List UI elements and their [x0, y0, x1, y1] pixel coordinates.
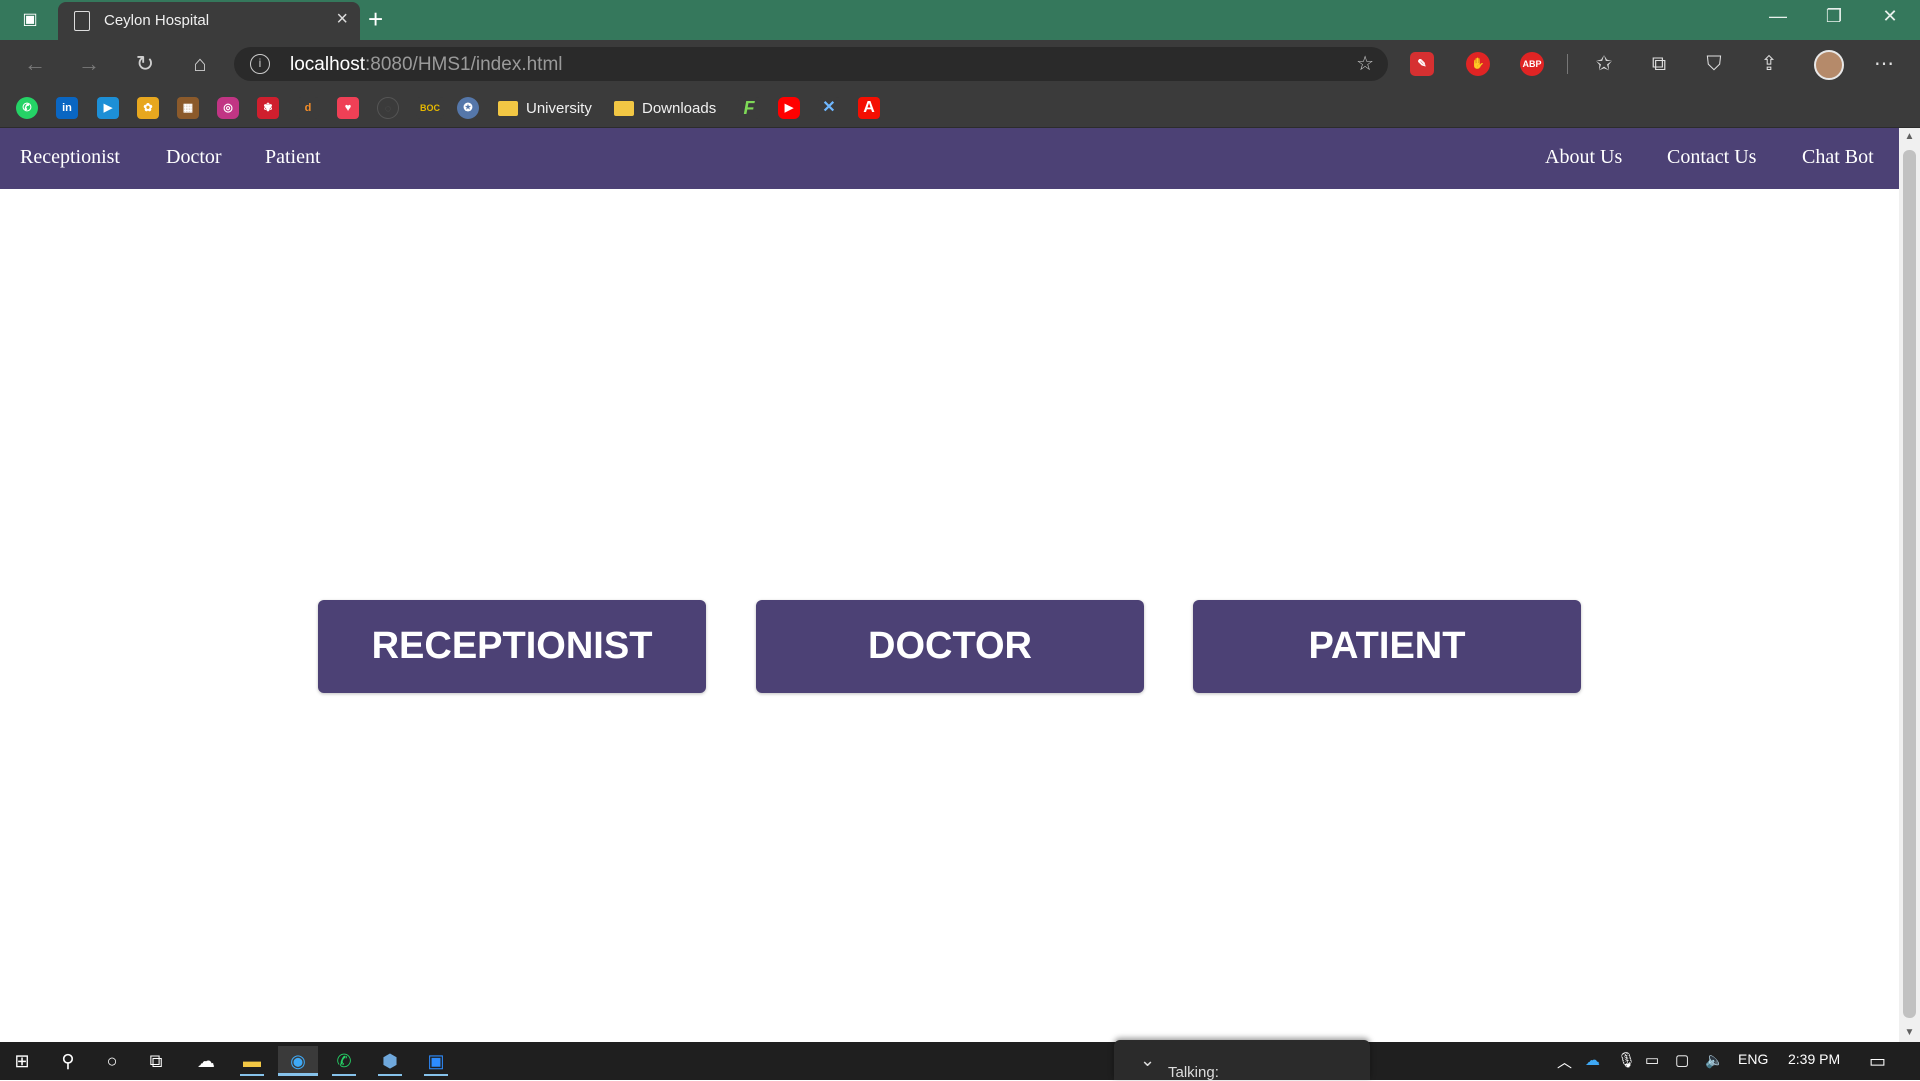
- file-explorer-icon[interactable]: ▬: [232, 1046, 272, 1076]
- browser-toolbar: ← → ↻ ⌂ i localhost:8080/HMS1/index.html…: [0, 40, 1920, 88]
- youtube-icon[interactable]: ▶: [778, 97, 800, 119]
- nav-link-patient[interactable]: Patient: [265, 146, 321, 169]
- page-scrollbar[interactable]: ▲ ▼: [1899, 128, 1920, 1042]
- talking-label: Talking:: [1168, 1064, 1219, 1081]
- nav-link-doctor[interactable]: Doctor: [166, 146, 222, 169]
- bookmark-pattern-icon[interactable]: ▦: [177, 97, 199, 119]
- app-cube-icon[interactable]: ⬢: [370, 1046, 410, 1076]
- taskbar-app-icon[interactable]: ☁: [186, 1046, 226, 1076]
- forward-icon[interactable]: →: [74, 50, 104, 78]
- home-icon[interactable]: ⌂: [185, 50, 215, 78]
- whatsapp-taskbar-icon[interactable]: ✆: [324, 1046, 364, 1076]
- nav-link-about-us[interactable]: About Us: [1545, 146, 1622, 169]
- more-options-icon[interactable]: ⋯: [1870, 50, 1898, 78]
- instagram-icon[interactable]: ◎: [217, 97, 239, 119]
- restore-icon[interactable]: ❐: [1806, 6, 1862, 27]
- adobe-icon[interactable]: A: [858, 97, 880, 119]
- close-window-icon[interactable]: ✕: [1862, 6, 1918, 27]
- scroll-down-icon[interactable]: ▼: [1899, 1024, 1920, 1042]
- microphone-icon[interactable]: 🎙: [1617, 1051, 1636, 1069]
- adblock-icon[interactable]: ABP: [1520, 52, 1544, 76]
- task-view-icon[interactable]: ⧉: [136, 1046, 176, 1076]
- browser-tab[interactable]: Ceylon Hospital ×: [58, 2, 360, 40]
- address-bar[interactable]: i localhost:8080/HMS1/index.html ☆: [234, 47, 1388, 81]
- minimize-icon[interactable]: —: [1750, 6, 1806, 27]
- boc-icon[interactable]: BOC: [416, 97, 444, 119]
- video-icon[interactable]: ▶: [97, 97, 119, 119]
- back-icon[interactable]: ←: [20, 50, 50, 78]
- extension-hand-icon[interactable]: ✋: [1466, 52, 1490, 76]
- huawei-icon[interactable]: ✾: [257, 97, 279, 119]
- collections-icon[interactable]: ⧉: [1645, 50, 1673, 78]
- language-indicator[interactable]: ENG: [1738, 1051, 1768, 1067]
- volume-icon[interactable]: 🔈: [1705, 1051, 1724, 1069]
- pocket-icon[interactable]: ♥: [337, 97, 359, 119]
- bookmark-x-icon[interactable]: ✕: [818, 97, 840, 119]
- bookmark-app-icon[interactable]: ✿: [137, 97, 159, 119]
- site-info-icon[interactable]: i: [250, 54, 270, 74]
- scroll-up-icon[interactable]: ▲: [1899, 128, 1920, 146]
- talking-popup[interactable]: ⌄ Talking:: [1114, 1040, 1370, 1081]
- linkedin-icon[interactable]: in: [56, 97, 78, 119]
- page-viewport: Receptionist Doctor Patient About Us Con…: [0, 128, 1899, 1042]
- extension-pen-icon[interactable]: ✎: [1410, 52, 1434, 76]
- folder-icon: [614, 100, 634, 116]
- browser-title-bar: ▣ Ceylon Hospital × + — ❐ ✕: [0, 0, 1920, 40]
- page-icon: [74, 11, 90, 31]
- site-navbar: Receptionist Doctor Patient About Us Con…: [0, 128, 1899, 189]
- scrollbar-thumb[interactable]: [1903, 150, 1916, 1018]
- bookmark-folder-university[interactable]: University: [498, 96, 592, 120]
- chevron-down-icon[interactable]: ⌄: [1140, 1050, 1155, 1071]
- nav-link-chat-bot[interactable]: Chat Bot: [1802, 146, 1874, 169]
- patient-button[interactable]: PATIENT: [1193, 600, 1581, 693]
- bookmark-f-icon[interactable]: F: [738, 97, 760, 119]
- clock[interactable]: 2:39 PM: [1788, 1051, 1840, 1067]
- tab-title: Ceylon Hospital: [104, 12, 210, 29]
- windows-start-icon[interactable]: ⊞: [2, 1046, 42, 1076]
- nav-link-contact-us[interactable]: Contact Us: [1667, 146, 1756, 169]
- bookmark-d-icon[interactable]: d: [297, 97, 319, 119]
- network-icon[interactable]: ▢: [1675, 1051, 1689, 1069]
- doctor-button[interactable]: DOCTOR: [756, 600, 1144, 693]
- bookmark-folder-downloads[interactable]: Downloads: [614, 96, 716, 120]
- browser-essentials-icon[interactable]: ⛉: [1700, 50, 1728, 78]
- url-text[interactable]: localhost:8080/HMS1/index.html: [290, 54, 563, 76]
- onedrive-icon[interactable]: ☁: [1585, 1051, 1600, 1069]
- cortana-icon[interactable]: ○: [92, 1046, 132, 1076]
- edge-browser-icon[interactable]: ◉: [278, 1046, 318, 1076]
- nav-link-receptionist[interactable]: Receptionist: [20, 146, 120, 169]
- close-tab-icon[interactable]: ×: [336, 8, 348, 31]
- notifications-icon[interactable]: ▭: [1869, 1051, 1886, 1072]
- whatsapp-icon[interactable]: ✆: [16, 97, 38, 119]
- search-icon[interactable]: ⚲: [48, 1046, 88, 1076]
- bookmarks-bar: ✆ in ▶ ✿ ▦ ◎ ✾ d ♥ ◌ BOC ✪ University Do…: [0, 88, 1920, 128]
- battery-icon[interactable]: ▭: [1645, 1051, 1659, 1069]
- toolbar-separator: [1567, 54, 1568, 74]
- university-logo-icon[interactable]: ✪: [457, 97, 479, 119]
- add-favorite-icon[interactable]: ☆: [1356, 51, 1374, 76]
- bookmark-circle-icon[interactable]: ◌: [377, 97, 399, 119]
- share-icon[interactable]: ⇪: [1755, 50, 1783, 78]
- new-tab-button[interactable]: +: [368, 4, 383, 35]
- receptionist-button[interactable]: RECEPTIONIST: [318, 600, 706, 693]
- windows-taskbar: ⊞ ⚲ ○ ⧉ ☁ ▬ ◉ ✆ ⬢ ▣ ︿ ☁ 🎙 ▭ ▢ 🔈 ENG 2:39…: [0, 1042, 1920, 1080]
- show-hidden-icons-icon[interactable]: ︿: [1557, 1051, 1572, 1072]
- profile-avatar[interactable]: [1814, 50, 1844, 80]
- refresh-icon[interactable]: ↻: [130, 50, 160, 78]
- workspaces-icon[interactable]: ▣: [18, 9, 42, 31]
- folder-icon: [498, 100, 518, 116]
- zoom-icon[interactable]: ▣: [416, 1046, 456, 1076]
- favorites-icon[interactable]: ✩: [1590, 50, 1618, 78]
